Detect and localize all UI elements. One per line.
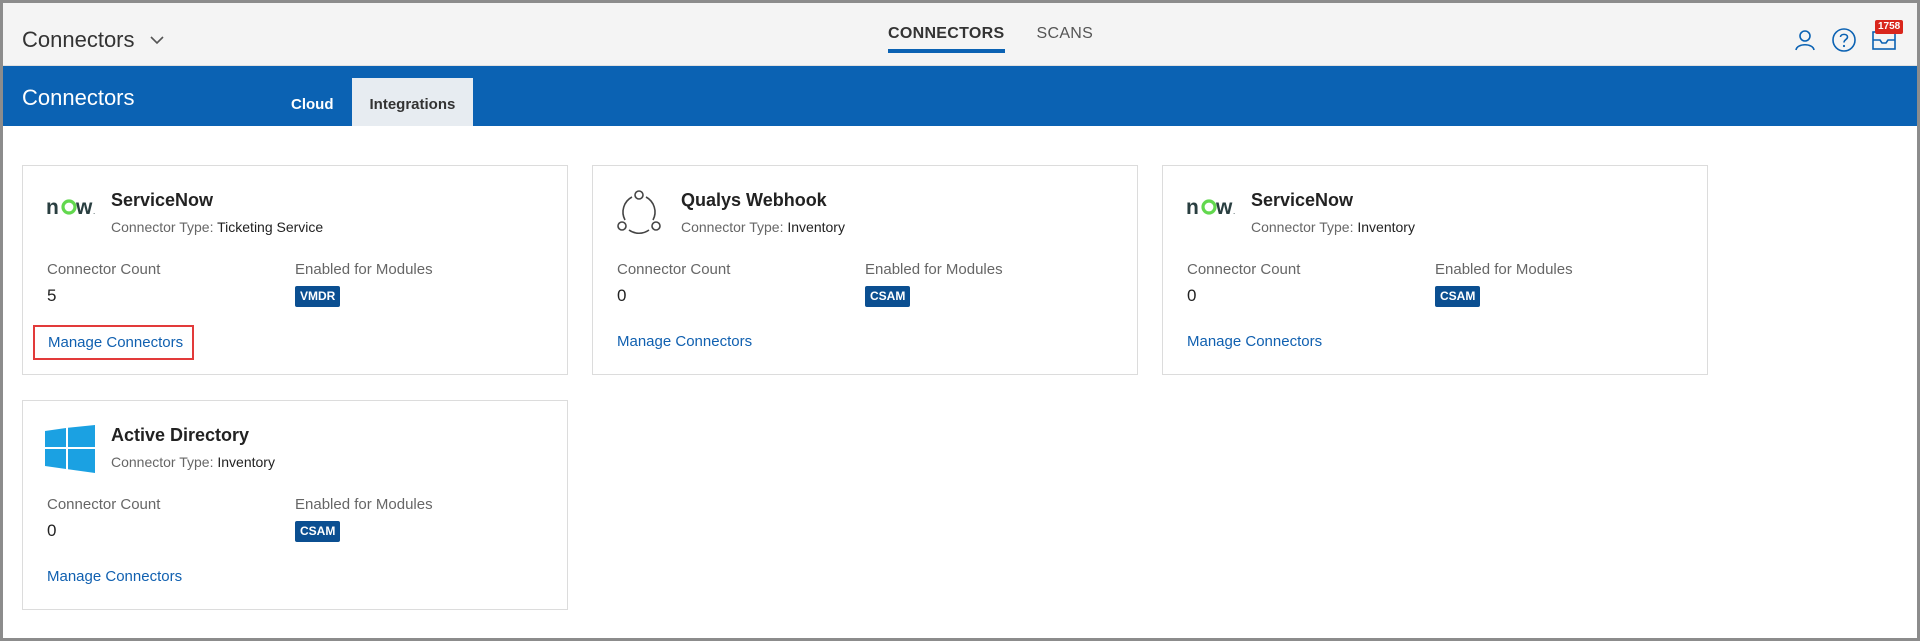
connector-count-label: Connector Count — [1187, 261, 1301, 278]
module-badge: CSAM — [295, 521, 341, 542]
connector-type-value: Ticketing Service — [217, 219, 324, 235]
connector-count-label: Connector Count — [617, 261, 731, 278]
servicenow-logo: n w . — [1185, 190, 1237, 225]
module-badge: CSAM — [865, 286, 911, 307]
svg-text:w: w — [1215, 196, 1233, 219]
page-title: Connectors — [22, 85, 135, 110]
manage-connectors-link[interactable]: Manage Connectors — [1187, 333, 1322, 350]
module-badge: VMDR — [295, 286, 341, 307]
svg-text:.: . — [1233, 207, 1235, 216]
module-badge: CSAM — [1435, 286, 1481, 307]
servicenow-logo: n w . — [45, 190, 97, 225]
app-switcher[interactable]: Connectors — [22, 27, 165, 53]
connector-name: Qualys Webhook — [681, 190, 827, 210]
connector-type: Connector Type: Ticketing Service — [111, 219, 323, 235]
app-title: Connectors — [22, 27, 135, 52]
tab-integrations[interactable]: Integrations — [351, 78, 474, 126]
connector-card: Qualys Webhook Connector Type: Inventory… — [592, 165, 1138, 375]
connector-name: ServiceNow — [111, 190, 214, 210]
connector-count-value: 5 — [47, 286, 57, 305]
connector-type-label: Connector Type: — [1251, 219, 1354, 235]
tab-cloud[interactable]: Cloud — [273, 78, 352, 126]
connector-count-value: 0 — [617, 286, 627, 305]
connector-type-label: Connector Type: — [111, 219, 214, 235]
manage-connectors-link[interactable]: Manage Connectors — [617, 333, 752, 350]
connector-count-label: Connector Count — [47, 261, 161, 278]
enabled-modules-label: Enabled for Modules — [295, 496, 433, 513]
svg-text:.: . — [93, 207, 95, 216]
enabled-modules-label: Enabled for Modules — [1435, 261, 1573, 278]
windows-logo — [45, 425, 95, 478]
connector-name: ServiceNow — [1251, 190, 1354, 210]
chevron-down-icon — [149, 36, 164, 45]
connector-type-value: Inventory — [217, 454, 275, 470]
connector-type-label: Connector Type: — [681, 219, 784, 235]
connector-type-value: Inventory — [1357, 219, 1415, 235]
main-tabs: CONNECTORS SCANS — [888, 3, 1125, 66]
connector-name: Active Directory — [111, 425, 250, 445]
enabled-modules-label: Enabled for Modules — [295, 261, 433, 278]
connector-card: Active Directory Connector Type: Invento… — [22, 400, 568, 610]
notifications-icon[interactable]: 1758 — [1871, 20, 1904, 57]
top-header: Connectors CONNECTORS SCANS 1758 — [3, 3, 1917, 66]
connector-count-value: 0 — [1187, 286, 1197, 305]
sub-tabs: Cloud Integrations — [273, 78, 474, 126]
svg-text:n: n — [1186, 196, 1199, 219]
webhook-icon — [615, 190, 663, 241]
connector-card: n w . ServiceNow Connector Type: Ticketi… — [22, 165, 568, 375]
header-icons: 1758 — [1779, 20, 1904, 58]
section-header: Connectors Cloud Integrations — [3, 66, 1917, 126]
tab-connectors[interactable]: CONNECTORS — [888, 3, 1005, 66]
enabled-modules-label: Enabled for Modules — [865, 261, 1003, 278]
tab-scans[interactable]: SCANS — [1037, 3, 1094, 66]
manage-connectors-link[interactable]: Manage Connectors — [47, 568, 182, 585]
connector-type: Connector Type: Inventory — [681, 219, 845, 235]
connector-type: Connector Type: Inventory — [111, 454, 275, 470]
manage-connectors-link[interactable]: Manage Connectors — [33, 325, 195, 360]
svg-text:n: n — [46, 196, 59, 219]
connector-type: Connector Type: Inventory — [1251, 219, 1415, 235]
connector-type-label: Connector Type: — [111, 454, 214, 470]
notification-count-badge: 1758 — [1875, 20, 1904, 34]
app-window: Connectors CONNECTORS SCANS 1758 Connect… — [0, 0, 1920, 641]
connector-count-label: Connector Count — [47, 496, 161, 513]
connector-count-value: 0 — [47, 521, 57, 540]
connector-type-value: Inventory — [787, 219, 845, 235]
connector-card: n w . ServiceNow Connector Type: Invento… — [1162, 165, 1708, 375]
user-icon[interactable] — [1793, 28, 1817, 57]
svg-text:w: w — [75, 196, 93, 219]
help-icon[interactable] — [1831, 27, 1857, 58]
